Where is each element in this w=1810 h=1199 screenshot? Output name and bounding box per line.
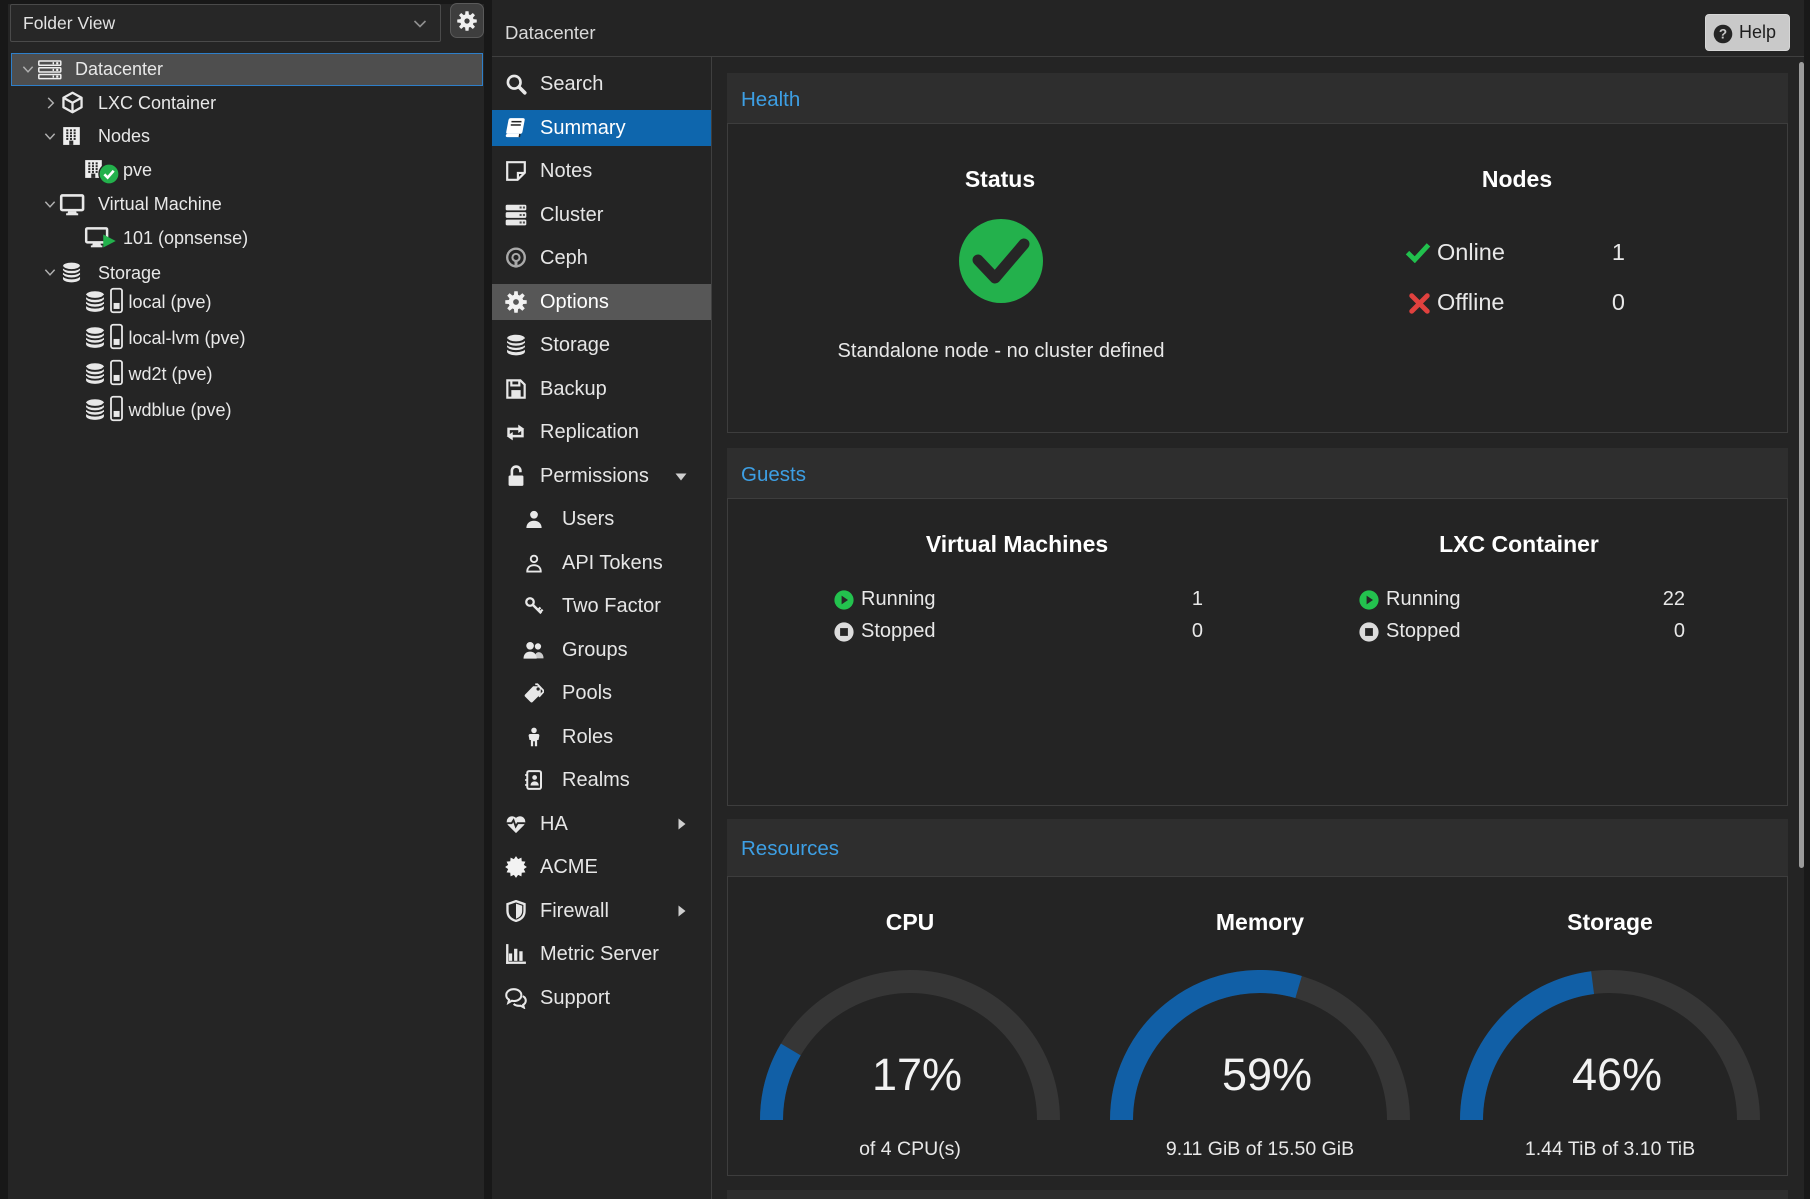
svg-text:?: ?	[1719, 26, 1727, 41]
